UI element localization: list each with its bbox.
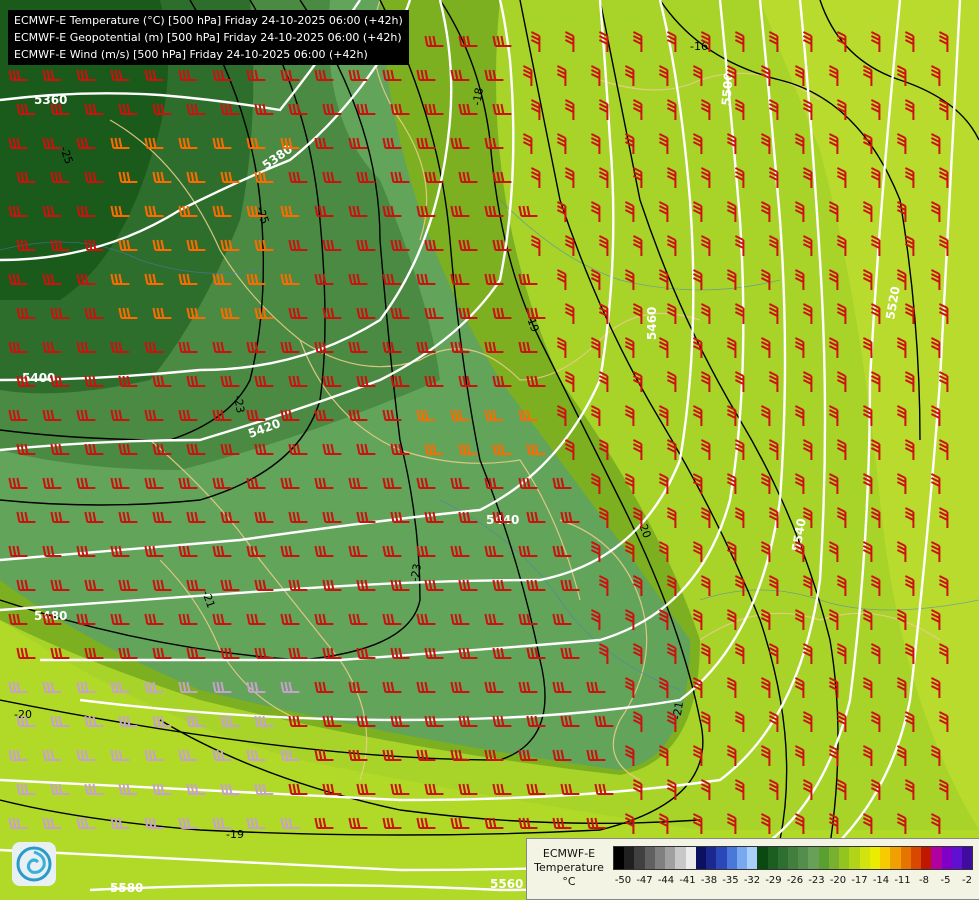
legend-swatch: [747, 847, 758, 869]
legend-swatch: [675, 847, 686, 869]
isohypse-label: 5480: [34, 609, 67, 623]
legend-tick: -35: [722, 875, 739, 886]
legend-swatch: [961, 847, 973, 869]
legend-tick: -17: [851, 875, 868, 886]
isohypse-label: 5560: [490, 877, 523, 891]
legend-tick: -5: [940, 875, 951, 886]
legend-swatch: [624, 847, 635, 869]
legend-tick: -38: [700, 875, 718, 886]
legend-tick: -29: [765, 875, 782, 886]
ecmwf-swirl-logo-icon: [12, 842, 56, 886]
legend-swatch: [839, 847, 850, 869]
legend-swatch: [644, 847, 655, 869]
legend-tick: -20: [829, 875, 847, 886]
legend-tick: -44: [657, 875, 675, 886]
legend-swatch: [757, 847, 768, 869]
title-wind: ECMWF-E Wind (m/s) [500 hPa] Friday 24-1…: [14, 48, 368, 61]
legend-colorbar: [613, 846, 973, 870]
legend-tick: -8: [919, 875, 929, 886]
legend-swatch: [654, 847, 666, 869]
title-box: ECMWF-E Temperature (°C) [500 hPa] Frida…: [8, 10, 409, 65]
legend-swatch: [726, 847, 737, 869]
isohypse-label: 5580: [110, 881, 143, 895]
legend-swatch: [787, 847, 799, 869]
legend-tick: -11: [894, 875, 911, 886]
legend-swatch: [818, 847, 829, 869]
legend-variable: Temperature: [534, 861, 604, 874]
title-temperature: ECMWF-E Temperature (°C) [500 hPa] Frida…: [14, 14, 403, 27]
legend-swatch: [685, 847, 696, 869]
legend-swatch: [798, 847, 809, 869]
legend-swatch: [777, 847, 788, 869]
legend-tick: -23: [808, 875, 825, 886]
legend-swatch: [890, 847, 901, 869]
legend-swatch: [716, 847, 727, 869]
legend-swatch: [706, 847, 717, 869]
title-geopotential: ECMWF-E Geopotential (m) [500 hPa] Frida…: [14, 31, 402, 44]
legend-swatch: [931, 847, 942, 869]
legend-label: ECMWF-E Temperature °C: [531, 847, 607, 889]
legend-swatch: [951, 847, 962, 869]
isotherm-label: -19: [226, 828, 244, 841]
legend-swatch: [849, 847, 860, 869]
legend-tick: -26: [786, 875, 804, 886]
legend-swatch: [900, 847, 911, 869]
legend-tick: -32: [743, 875, 761, 886]
legend-swatch: [880, 847, 891, 869]
legend-swatch: [614, 847, 625, 869]
color-legend: ECMWF-E Temperature °C -50 -47 -44 -41 -38 -3…: [526, 838, 979, 900]
legend-tick: -14: [872, 875, 890, 886]
isohypse-label: 5460: [645, 307, 659, 340]
legend-swatch: [910, 847, 922, 869]
legend-swatch: [828, 847, 840, 869]
legend-swatch: [941, 847, 952, 869]
legend-swatch: [869, 847, 881, 869]
legend-swatch: [859, 847, 870, 869]
legend-tick: -2: [962, 875, 972, 886]
legend-ticks: -50 -47 -44 -41 -38 -35 -32 -29 -26 -23 -20 -17 -14-…: [613, 875, 977, 891]
legend-swatch: [634, 847, 645, 869]
legend-model: ECMWF-E: [542, 847, 596, 860]
temperature-map: 5360 5380 5400 5420 5440 5460 5480 5500 …: [0, 0, 979, 900]
legend-tick: -41: [679, 875, 696, 886]
legend-swatch: [695, 847, 707, 869]
legend-swatch: [767, 847, 778, 869]
legend-swatch: [921, 847, 932, 869]
legend-tick: -50: [614, 875, 632, 886]
legend-swatch: [665, 847, 676, 869]
legend-swatch: [808, 847, 819, 869]
legend-unit: °C: [562, 875, 576, 888]
legend-swatch: [736, 847, 748, 869]
legend-tick: -47: [636, 875, 653, 886]
